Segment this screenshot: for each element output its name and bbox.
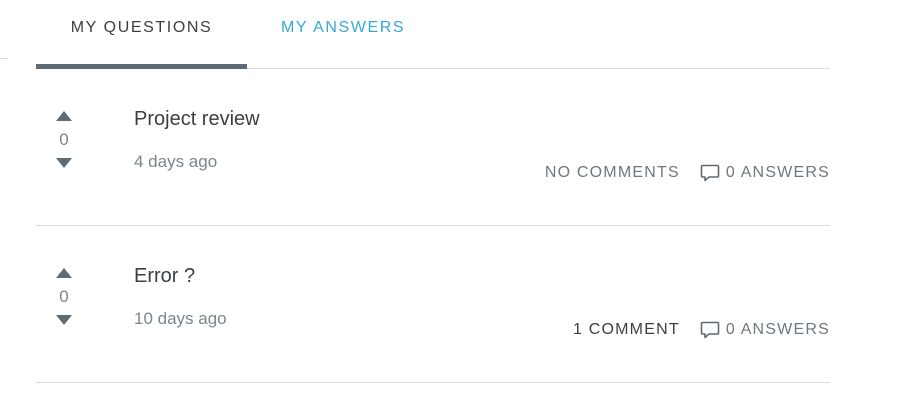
question-title[interactable]: Project review <box>134 108 260 130</box>
question-title[interactable]: Error ? <box>134 265 195 287</box>
speech-bubble-icon <box>700 164 720 182</box>
answers-link[interactable]: 0 ANSWERS <box>700 321 830 339</box>
left-divider-stub <box>0 58 8 59</box>
comments-link[interactable]: NO COMMENTS <box>545 165 680 181</box>
answers-count: 0 ANSWERS <box>725 164 830 181</box>
vote-widget: 0 <box>53 111 75 168</box>
tab-bar: MY QUESTIONS MY ANSWERS <box>36 0 830 69</box>
tab-my-questions-label: MY QUESTIONS <box>70 19 213 36</box>
question-list: 0 Project review 4 days ago NO COMMENTS … <box>36 69 830 383</box>
downvote-triangle-down-icon[interactable] <box>56 158 72 168</box>
answers-link[interactable]: 0 ANSWERS <box>700 164 830 182</box>
question-row: 0 Project review 4 days ago NO COMMENTS … <box>36 69 830 226</box>
speech-bubble-icon <box>700 321 720 339</box>
question-timestamp: 4 days ago <box>134 152 218 171</box>
vote-count: 0 <box>59 287 69 306</box>
upvote-triangle-up-icon[interactable] <box>56 268 72 278</box>
vote-widget: 0 <box>53 268 75 325</box>
upvote-triangle-up-icon[interactable] <box>56 111 72 121</box>
question-meta: NO COMMENTS 0 ANSWERS <box>545 164 830 182</box>
tab-my-answers[interactable]: MY ANSWERS <box>281 0 405 69</box>
tab-my-answers-label: MY ANSWERS <box>281 19 406 36</box>
question-meta: 1 COMMENT 0 ANSWERS <box>573 321 830 339</box>
answers-count: 0 ANSWERS <box>725 321 830 338</box>
question-timestamp: 10 days ago <box>134 309 227 328</box>
tab-my-questions[interactable]: MY QUESTIONS <box>36 0 247 69</box>
downvote-triangle-down-icon[interactable] <box>56 315 72 325</box>
vote-count: 0 <box>59 130 69 149</box>
comments-link[interactable]: 1 COMMENT <box>573 322 680 338</box>
question-row: 0 Error ? 10 days ago 1 COMMENT 0 ANSWER… <box>36 226 830 383</box>
